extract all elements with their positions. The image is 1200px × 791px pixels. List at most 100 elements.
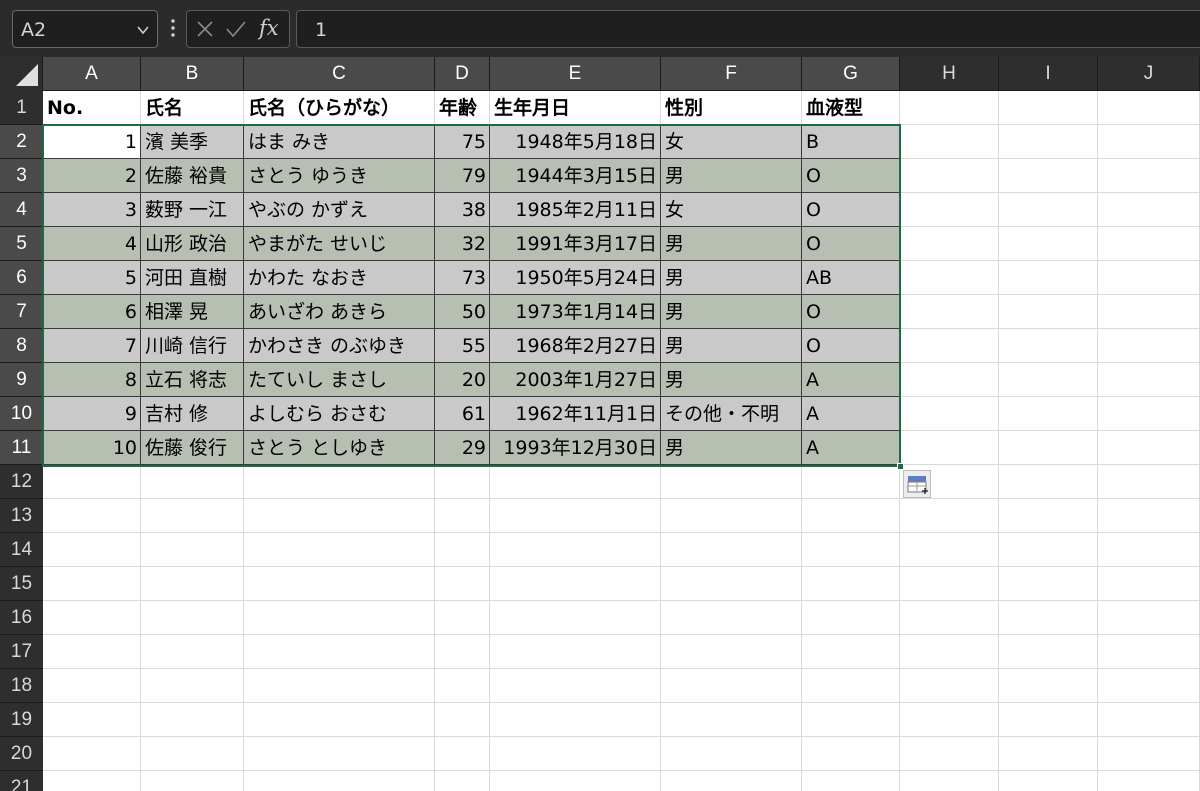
cell-d12[interactable]	[435, 465, 490, 499]
cell-c20[interactable]	[244, 737, 435, 771]
cell-i1[interactable]	[999, 91, 1098, 125]
cell-b13[interactable]	[141, 499, 244, 533]
insert-function-icon[interactable]: fx	[259, 14, 285, 42]
row-header-11[interactable]: 11	[0, 431, 43, 465]
cell-a12[interactable]	[43, 465, 141, 499]
column-header-j[interactable]: J	[1098, 57, 1200, 91]
row-header-17[interactable]: 17	[0, 635, 43, 669]
table-cell[interactable]: 6	[43, 295, 141, 329]
table-cell[interactable]: 32	[435, 227, 490, 261]
cell-j6[interactable]	[1098, 261, 1200, 295]
cell-d14[interactable]	[435, 533, 490, 567]
cell-i15[interactable]	[999, 567, 1098, 601]
cell-j18[interactable]	[1098, 669, 1200, 703]
table-cell[interactable]: 38	[435, 193, 490, 227]
table-cell[interactable]: 女	[661, 125, 802, 159]
cell-d17[interactable]	[435, 635, 490, 669]
row-header-1[interactable]: 1	[0, 91, 43, 125]
row-header-13[interactable]: 13	[0, 499, 43, 533]
table-cell[interactable]: 男	[661, 431, 802, 465]
cell-f12[interactable]	[661, 465, 802, 499]
row-header-6[interactable]: 6	[0, 261, 43, 295]
table-cell[interactable]: よしむら おさむ	[244, 397, 435, 431]
cell-d15[interactable]	[435, 567, 490, 601]
vertical-ellipsis-icon[interactable]	[170, 18, 176, 38]
cell-e18[interactable]	[490, 669, 661, 703]
cell-h6[interactable]	[900, 261, 999, 295]
cell-j2[interactable]	[1098, 125, 1200, 159]
table-cell[interactable]: 1991年3月17日	[490, 227, 661, 261]
table-header-cell[interactable]: 生年月日	[490, 91, 661, 125]
cell-h8[interactable]	[900, 329, 999, 363]
table-header-cell[interactable]: 氏名	[141, 91, 244, 125]
cell-g14[interactable]	[802, 533, 900, 567]
cell-e16[interactable]	[490, 601, 661, 635]
table-cell[interactable]: やぶの かずえ	[244, 193, 435, 227]
table-header-cell[interactable]: 年齢	[435, 91, 490, 125]
cell-h5[interactable]	[900, 227, 999, 261]
cell-j16[interactable]	[1098, 601, 1200, 635]
cell-c19[interactable]	[244, 703, 435, 737]
table-cell[interactable]: 男	[661, 329, 802, 363]
row-header-18[interactable]: 18	[0, 669, 43, 703]
checkmark-icon[interactable]	[225, 19, 247, 39]
cell-g17[interactable]	[802, 635, 900, 669]
row-header-14[interactable]: 14	[0, 533, 43, 567]
cell-j1[interactable]	[1098, 91, 1200, 125]
row-header-2[interactable]: 2	[0, 125, 43, 159]
cell-e12[interactable]	[490, 465, 661, 499]
cell-f18[interactable]	[661, 669, 802, 703]
cell-i9[interactable]	[999, 363, 1098, 397]
table-cell[interactable]: 河田 直樹	[141, 261, 244, 295]
cell-h14[interactable]	[900, 533, 999, 567]
cell-g18[interactable]	[802, 669, 900, 703]
cell-i14[interactable]	[999, 533, 1098, 567]
row-header-19[interactable]: 19	[0, 703, 43, 737]
table-cell[interactable]: 61	[435, 397, 490, 431]
cell-i20[interactable]	[999, 737, 1098, 771]
table-cell[interactable]: 男	[661, 227, 802, 261]
table-cell[interactable]: さとう としゆき	[244, 431, 435, 465]
row-header-21[interactable]: 21	[0, 771, 43, 791]
cell-d21[interactable]	[435, 771, 490, 791]
table-cell[interactable]: O	[802, 227, 900, 261]
cell-a13[interactable]	[43, 499, 141, 533]
row-header-15[interactable]: 15	[0, 567, 43, 601]
column-header-h[interactable]: H	[900, 57, 999, 91]
cell-i5[interactable]	[999, 227, 1098, 261]
cell-d18[interactable]	[435, 669, 490, 703]
cell-i11[interactable]	[999, 431, 1098, 465]
column-header-g[interactable]: G	[802, 57, 900, 91]
table-cell[interactable]: 1950年5月24日	[490, 261, 661, 295]
table-cell[interactable]: さとう ゆうき	[244, 159, 435, 193]
cell-c12[interactable]	[244, 465, 435, 499]
cell-j9[interactable]	[1098, 363, 1200, 397]
cell-a16[interactable]	[43, 601, 141, 635]
cell-e20[interactable]	[490, 737, 661, 771]
cell-j14[interactable]	[1098, 533, 1200, 567]
table-cell[interactable]: 7	[43, 329, 141, 363]
table-cell[interactable]: 男	[661, 159, 802, 193]
cell-e19[interactable]	[490, 703, 661, 737]
table-cell[interactable]: 1973年1月14日	[490, 295, 661, 329]
table-cell[interactable]: O	[802, 193, 900, 227]
table-cell[interactable]: 2	[43, 159, 141, 193]
cell-f16[interactable]	[661, 601, 802, 635]
table-cell[interactable]: O	[802, 329, 900, 363]
table-cell[interactable]: やまがた せいじ	[244, 227, 435, 261]
cell-i21[interactable]	[999, 771, 1098, 791]
cell-f14[interactable]	[661, 533, 802, 567]
cell-j17[interactable]	[1098, 635, 1200, 669]
chevron-down-icon[interactable]	[135, 23, 151, 37]
row-header-20[interactable]: 20	[0, 737, 43, 771]
cell-b12[interactable]	[141, 465, 244, 499]
cell-h7[interactable]	[900, 295, 999, 329]
table-cell[interactable]: 1993年12月30日	[490, 431, 661, 465]
cell-j10[interactable]	[1098, 397, 1200, 431]
row-header-7[interactable]: 7	[0, 295, 43, 329]
cell-f21[interactable]	[661, 771, 802, 791]
table-cell[interactable]: O	[802, 295, 900, 329]
table-cell[interactable]: 吉村 修	[141, 397, 244, 431]
select-all-button[interactable]	[0, 57, 43, 91]
table-cell[interactable]: 50	[435, 295, 490, 329]
